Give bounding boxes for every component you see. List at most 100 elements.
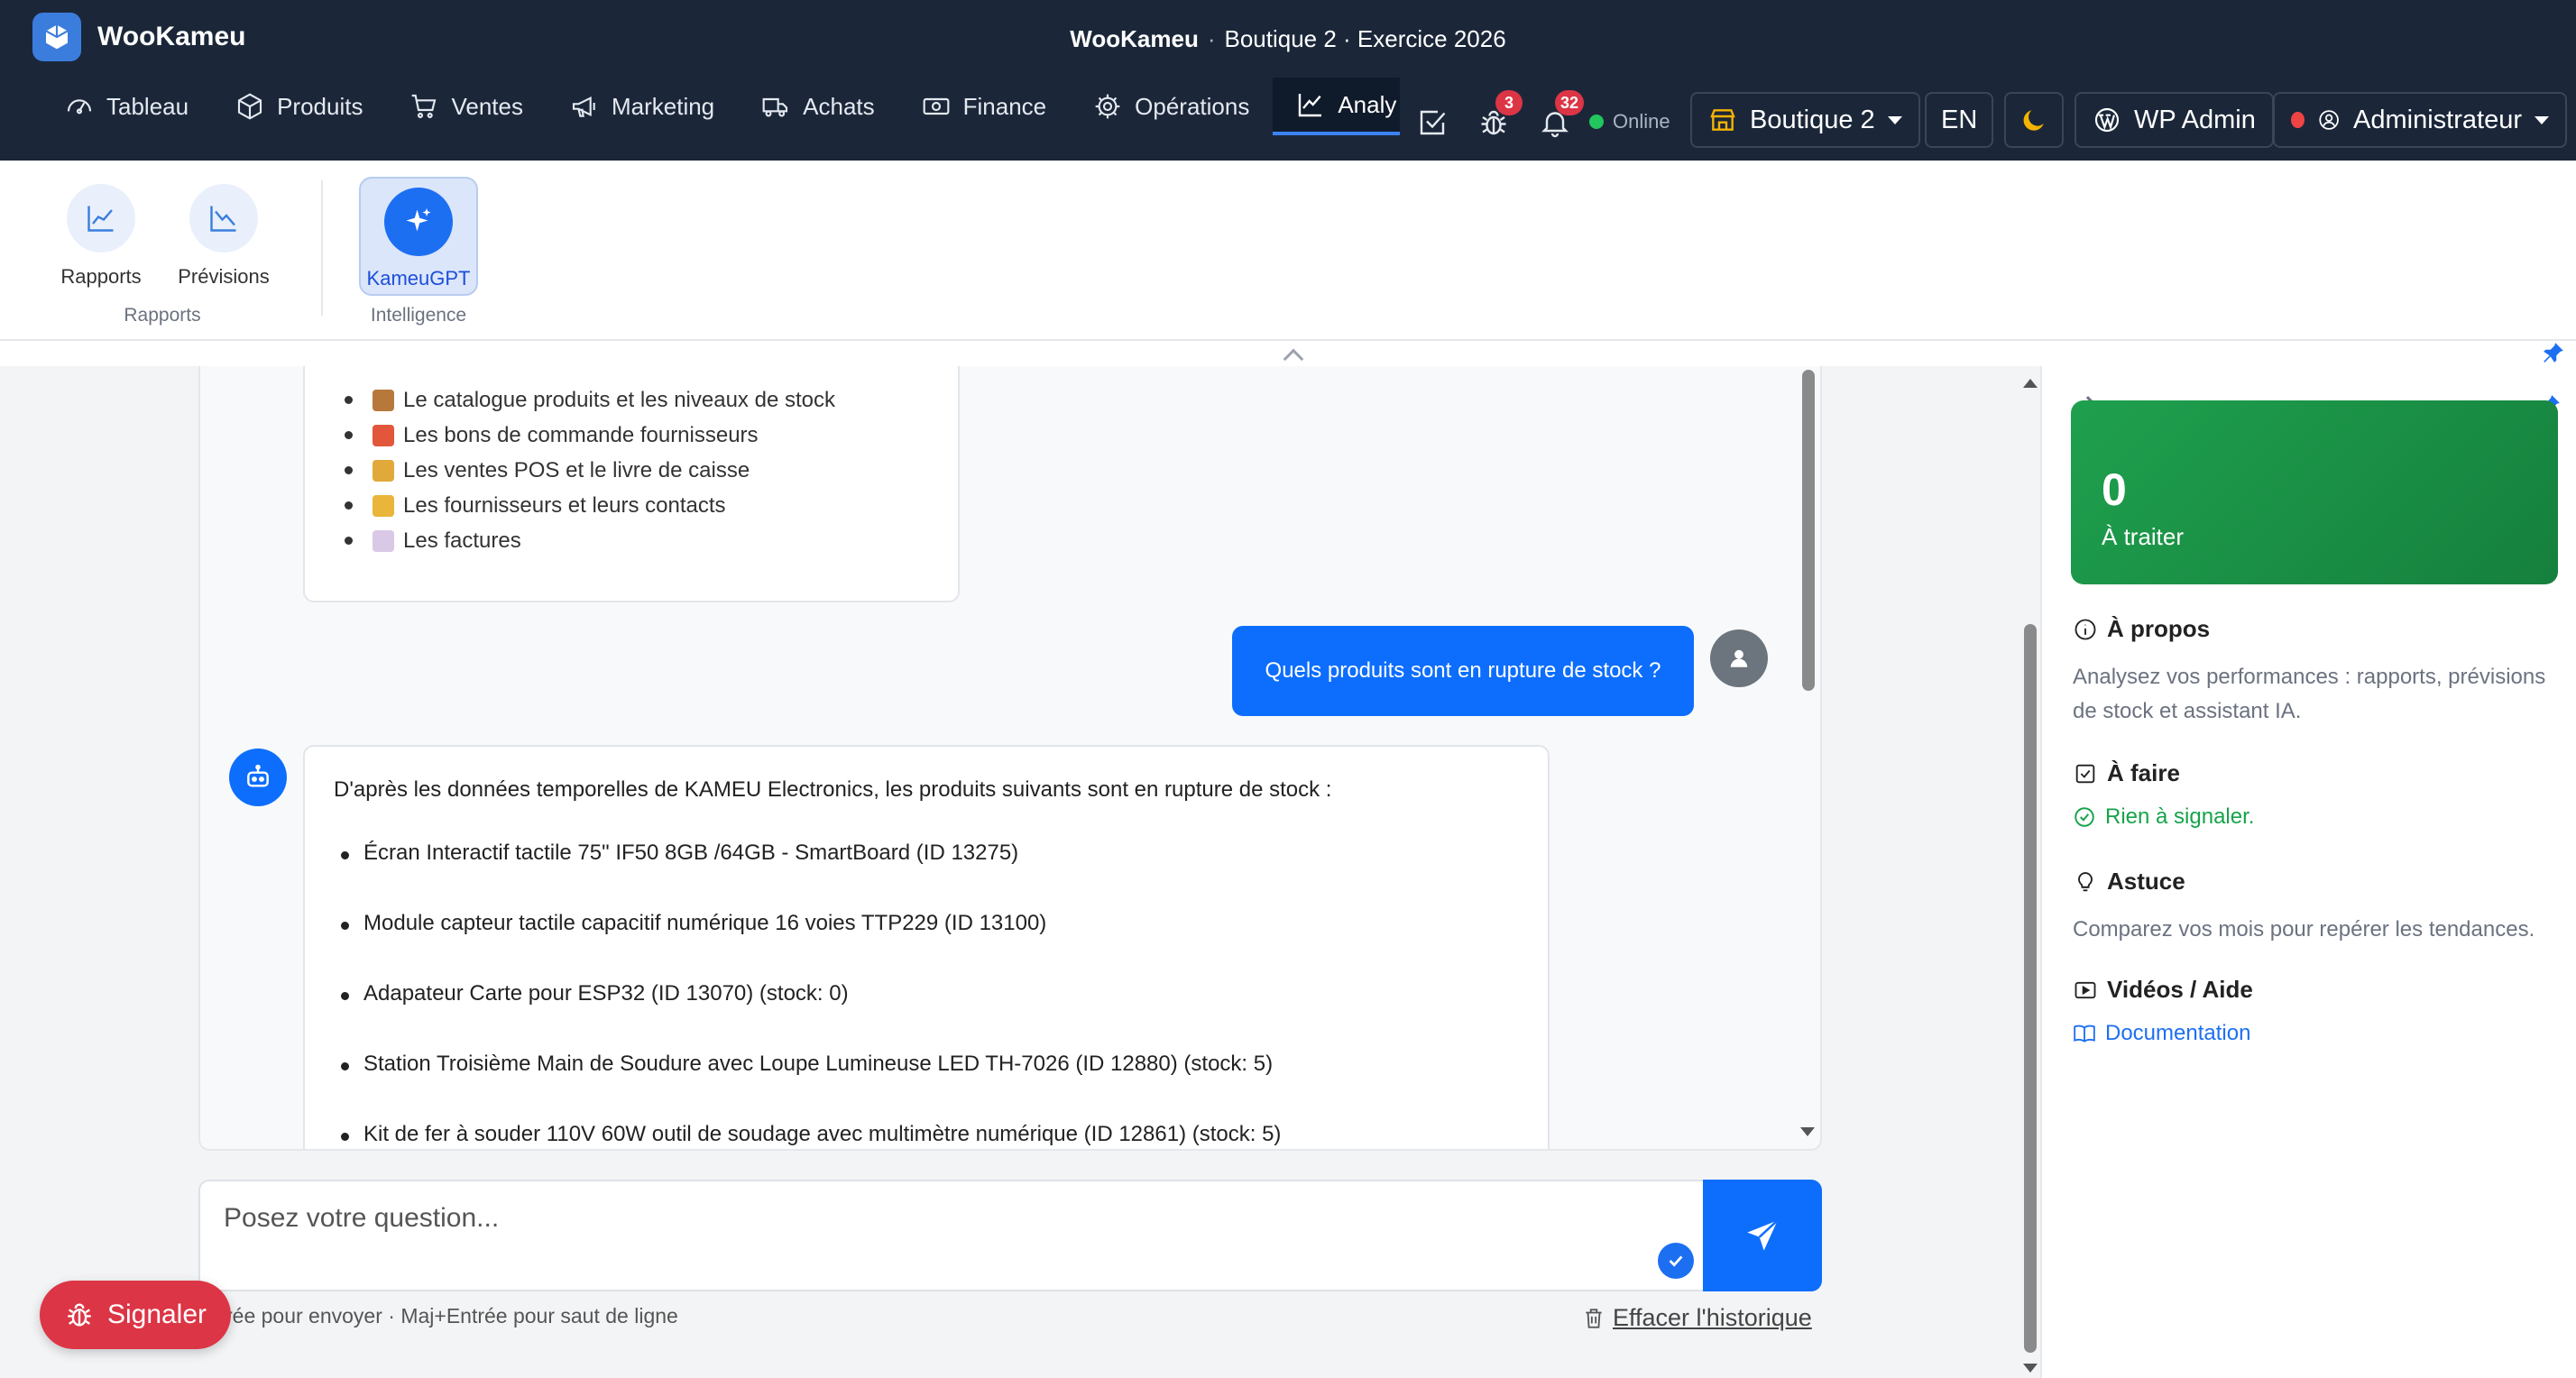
product-entry: Module capteur tactile capacitif numériq… <box>363 911 1047 935</box>
scroll-up-arrow-icon[interactable] <box>2023 379 2038 388</box>
videos-title: Vidéos / Aide <box>2107 976 2253 1003</box>
bullet-icon <box>345 431 353 439</box>
todo-status-text: Rien à signaler. <box>2105 804 2255 829</box>
store-selector-label: Boutique 2 <box>1750 105 1875 134</box>
bullet-icon <box>341 1062 349 1070</box>
scroll-down-arrow-icon[interactable] <box>2023 1364 2038 1373</box>
about-heading: À propos <box>2073 615 2210 643</box>
lightbulb-icon <box>2078 871 2093 891</box>
nav-tab-analyses[interactable]: Analy <box>1273 78 1400 135</box>
nav-tab-finance[interactable]: Finance <box>898 78 1071 135</box>
ribbon-collapse-bar[interactable] <box>0 341 2576 370</box>
list-item-text: Les bons de commande fournisseurs <box>403 423 759 447</box>
product-entry: Adapateur Carte pour ESP32 (ID 13070) (s… <box>363 981 849 1006</box>
pending-count: 0 <box>2102 464 2127 515</box>
window-title-context: Boutique 2 · Exercice 2026 <box>1224 25 1506 52</box>
nav-tab-label: Produits <box>277 92 363 120</box>
nav-tab-label: Achats <box>803 92 875 120</box>
todo-status: Rien à signaler. <box>2073 804 2254 830</box>
bullet-icon <box>341 922 349 930</box>
list-item-text: Les ventes POS et le livre de caisse <box>403 458 750 482</box>
main-nav: Tableau Produits Ventes Marketing Achats… <box>0 78 2576 238</box>
documentation-link[interactable]: Documentation <box>2073 1021 2250 1046</box>
page-scroll-thumb[interactable] <box>2024 624 2037 1353</box>
report-bug-button[interactable]: Signaler <box>40 1281 231 1349</box>
nav-tab-ventes[interactable]: Ventes <box>386 78 547 135</box>
bullet-icon <box>341 1133 349 1141</box>
chevron-down-icon <box>2535 115 2549 124</box>
ribbon-divider <box>321 180 323 316</box>
chat-scrollbar[interactable] <box>1799 366 1817 1142</box>
bug-icon <box>68 1303 91 1327</box>
theme-toggle[interactable] <box>2004 92 2064 148</box>
cash-icon <box>923 97 950 115</box>
nav-tab-label: Marketing <box>611 92 715 120</box>
bullet-icon <box>345 537 353 545</box>
todo-title: À faire <box>2107 759 2180 786</box>
user-message: Quels produits sont en rupture de stock … <box>1232 626 1694 716</box>
truck-emoji-icon <box>373 424 394 446</box>
page-scrollbar[interactable] <box>2020 372 2040 1378</box>
out-of-stock-list: Écran Interactif tactile 75" IF50 8GB /6… <box>341 841 1282 1149</box>
nav-tab-tableau[interactable]: Tableau <box>41 78 212 135</box>
wp-admin-button[interactable]: WP Admin <box>2075 92 2274 148</box>
nav-tabs: Tableau Produits Ventes Marketing Achats… <box>41 78 1400 135</box>
tip-text: Comparez vos mois pour repérer les tenda… <box>2073 917 2535 942</box>
product-entry: Kit de fer à souder 110V 60W outil de so… <box>363 1122 1282 1146</box>
nav-tab-label: Tableau <box>106 92 189 120</box>
user-circle-icon <box>2319 110 2339 130</box>
language-label: EN <box>1941 105 1978 134</box>
box-icon <box>238 93 262 120</box>
ribbon-item-label: Rapports <box>60 265 142 288</box>
check-square-icon <box>1420 110 1446 135</box>
ribbon-kameugpt-button[interactable]: KameuGPT <box>359 177 478 296</box>
bug-button[interactable]: 3 <box>1474 90 1523 142</box>
nav-tab-achats[interactable]: Achats <box>738 78 898 135</box>
scroll-down-arrow-icon[interactable] <box>1800 1127 1815 1136</box>
pin-icon[interactable] <box>2542 341 2565 364</box>
bullet-icon <box>345 466 353 474</box>
ribbon-rapports-button[interactable]: Rapports <box>47 184 155 289</box>
language-button[interactable]: EN <box>1925 92 1994 148</box>
user-name: Administrateur <box>2353 105 2522 134</box>
sparkles-icon <box>384 188 453 256</box>
report-chart-icon <box>67 184 135 253</box>
list-item: Les ventes POS et le livre de caisse <box>345 453 835 488</box>
bullet-icon <box>341 851 349 859</box>
chat-scroll-thumb[interactable] <box>1802 370 1815 691</box>
store-selector[interactable]: Boutique 2 <box>1690 92 1920 148</box>
assistant-message: Le catalogue produits et les niveaux de … <box>303 366 960 602</box>
ribbon-previsions-button[interactable]: Prévisions <box>170 184 278 289</box>
nav-tab-operations[interactable]: Opérations <box>1070 78 1273 135</box>
bullet-icon <box>345 396 353 404</box>
store-icon <box>1710 109 1735 131</box>
question-input[interactable]: Posez votre question... <box>198 1180 1707 1291</box>
tasks-button[interactable] <box>1412 103 1452 142</box>
nav-tab-label: Finance <box>962 92 1047 120</box>
online-dot-icon <box>1589 115 1604 129</box>
gear-icon <box>1095 94 1120 119</box>
bug-count-badge: 3 <box>1495 90 1523 115</box>
assistant-message: D'après les données temporelles de KAMEU… <box>303 745 1550 1149</box>
user-menu[interactable]: Administrateur <box>2273 92 2567 148</box>
todo-heading: À faire <box>2073 759 2180 787</box>
nav-tab-marketing[interactable]: Marketing <box>547 78 738 135</box>
notifications-button[interactable]: 32 <box>1535 90 1584 142</box>
nav-tab-produits[interactable]: Produits <box>212 78 386 135</box>
check-icon <box>1658 1243 1694 1279</box>
notification-count-badge: 32 <box>1554 90 1584 115</box>
ribbon-toolbar: Rapports Prévisions Rapports KameuGPT In… <box>0 161 2576 341</box>
help-side-panel: 0 À traiter À propos Analysez vos perfor… <box>2040 366 2576 1378</box>
send-button[interactable] <box>1703 1180 1822 1291</box>
clear-history-label: Effacer l'historique <box>1613 1304 1812 1331</box>
moon-icon <box>2023 110 2044 131</box>
wp-admin-label: WP Admin <box>2134 105 2256 134</box>
top-bar: WooKameu WooKameu · Boutique 2 · Exercice … <box>0 0 2576 78</box>
user-avatar-icon <box>1710 629 1768 687</box>
pending-tasks-card[interactable]: 0 À traiter <box>2071 400 2558 584</box>
chat-messages[interactable]: Le catalogue produits et les niveaux de … <box>198 366 1822 1151</box>
clear-history-button[interactable]: Effacer l'historique <box>1582 1304 1812 1332</box>
assistant-intro: D'après les données temporelles de KAMEU… <box>334 777 1332 802</box>
list-item: Les factures <box>345 523 835 558</box>
list-item: Les fournisseurs et leurs contacts <box>345 488 835 523</box>
